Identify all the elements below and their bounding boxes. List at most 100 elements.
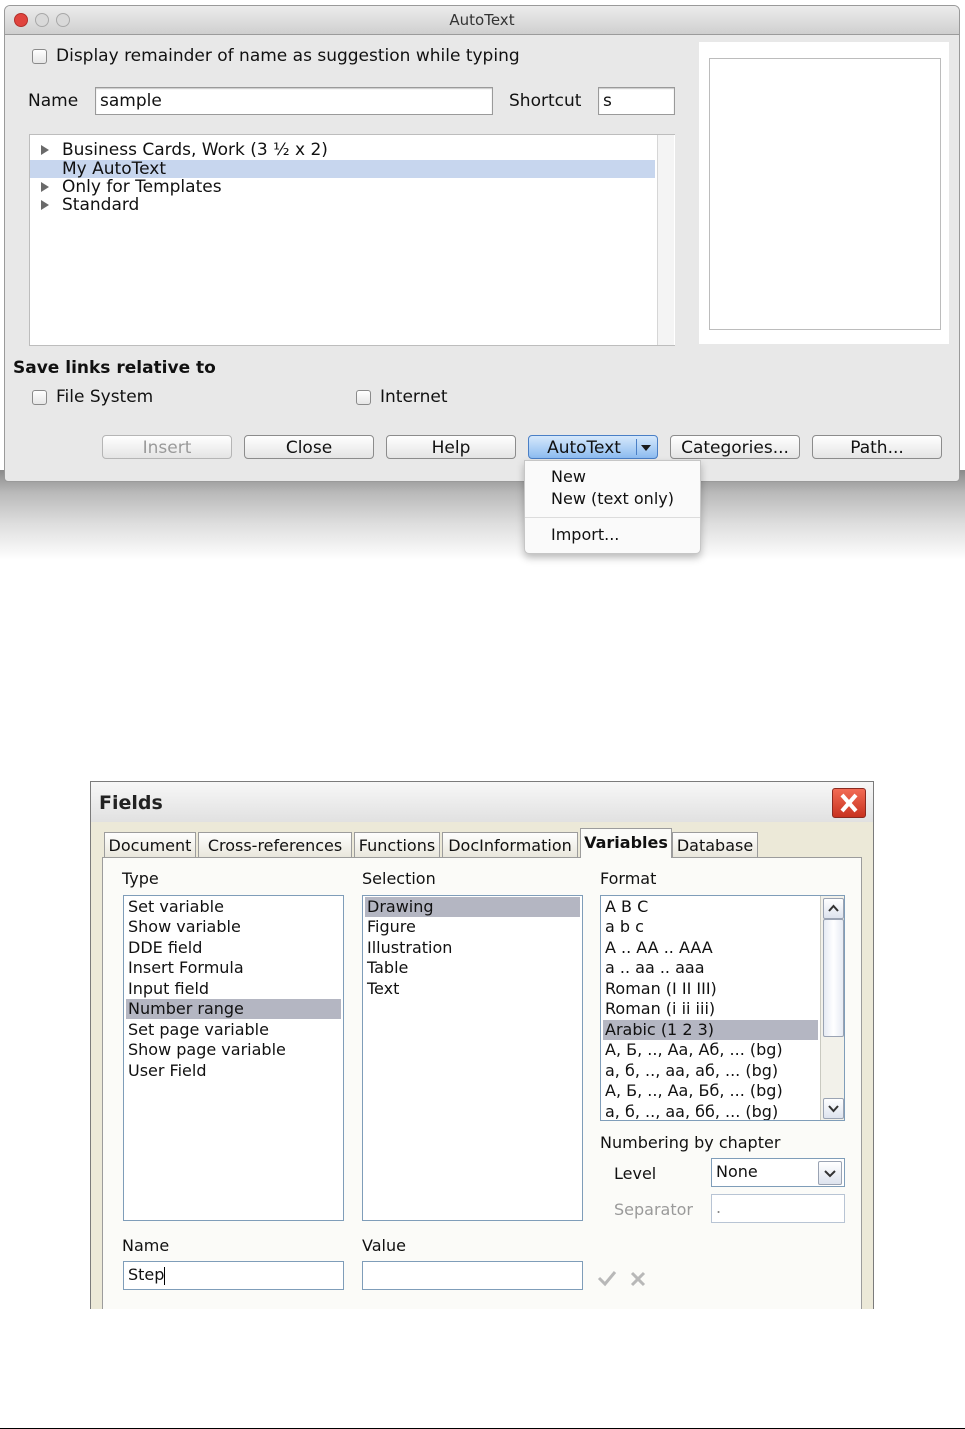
list-item[interactable]: a .. aa .. aaa: [603, 958, 818, 978]
list-item[interactable]: a b c: [603, 917, 818, 937]
list-item[interactable]: Text: [365, 979, 580, 999]
dialog-title: AutoText: [449, 11, 515, 29]
list-item[interactable]: A B C: [603, 897, 818, 917]
disclosure-triangle-icon[interactable]: [41, 200, 49, 210]
tab-docinformation[interactable]: DocInformation: [442, 832, 578, 857]
category-tree[interactable]: Business Cards, Work (3 ½ x 2) My AutoTe…: [29, 134, 675, 346]
name-label: Name: [122, 1236, 170, 1255]
list-item-selected[interactable]: Number range: [126, 999, 341, 1019]
list-item[interactable]: Roman (I II III): [603, 979, 818, 999]
save-links-heading: Save links relative to: [13, 358, 216, 378]
tree-item-label: Only for Templates: [62, 177, 222, 197]
window-shadow: [0, 470, 965, 560]
list-item[interactable]: Insert Formula: [126, 958, 341, 978]
type-list[interactable]: Set variable Show variable DDE field Ins…: [123, 895, 344, 1221]
list-item[interactable]: а, б, .., аа, аб, ... (bg): [603, 1061, 818, 1081]
shortcut-label: Shortcut: [509, 91, 582, 111]
list-item[interactable]: Show page variable: [126, 1040, 341, 1060]
list-item[interactable]: Figure: [365, 917, 580, 937]
tab-database[interactable]: Database: [672, 832, 758, 857]
split-divider: [636, 439, 637, 455]
list-item[interactable]: User Field: [126, 1061, 341, 1081]
tree-item-label: Standard: [62, 195, 140, 215]
value-input[interactable]: [362, 1261, 583, 1290]
level-label: Level: [614, 1164, 657, 1183]
close-icon[interactable]: [832, 788, 866, 818]
title-bar[interactable]: AutoText: [5, 6, 959, 35]
format-list[interactable]: A B C a b c A .. AA .. AAA a .. aa .. aa…: [600, 895, 845, 1121]
scroll-down-arrow-icon[interactable]: [823, 1098, 844, 1119]
list-item[interactable]: A .. AA .. AAA: [603, 938, 818, 958]
tree-item[interactable]: Only for Templates: [30, 178, 655, 196]
autotext-button-label: AutoText: [547, 438, 621, 458]
tree-item-label: My AutoText: [62, 159, 166, 179]
scroll-up-arrow-icon[interactable]: [823, 898, 844, 919]
selection-label: Selection: [362, 869, 436, 888]
list-item[interactable]: Set page variable: [126, 1020, 341, 1040]
list-item[interactable]: Show variable: [126, 917, 341, 937]
list-item-selected[interactable]: Drawing: [365, 897, 580, 917]
type-label: Type: [122, 869, 159, 888]
file-system-checkbox[interactable]: [32, 390, 47, 405]
scroll-thumb[interactable]: [823, 919, 844, 1037]
format-scrollbar[interactable]: [820, 896, 844, 1120]
list-item[interactable]: Roman (i ii iii): [603, 999, 818, 1019]
disclosure-triangle-icon[interactable]: [41, 182, 49, 192]
name-label: Name: [28, 91, 79, 111]
name-input[interactable]: Step: [123, 1261, 344, 1290]
tab-variables[interactable]: Variables: [580, 828, 672, 858]
list-item-selected[interactable]: Arabic (1 2 3): [603, 1020, 818, 1040]
dropdown-arrow-icon[interactable]: [641, 445, 651, 451]
separator-input[interactable]: .: [711, 1194, 845, 1223]
value-label: Value: [362, 1236, 406, 1255]
path-button[interactable]: Path...: [812, 435, 942, 459]
autotext-dropdown-menu: New New (text only) Import...: [524, 460, 701, 554]
disclosure-triangle-icon[interactable]: [41, 145, 49, 155]
help-button[interactable]: Help: [386, 435, 516, 459]
tree-item-label: Business Cards, Work (3 ½ x 2): [62, 140, 328, 160]
menu-item-new[interactable]: New: [551, 467, 586, 486]
apply-checkmark-icon[interactable]: [596, 1268, 618, 1288]
list-item[interactable]: А, Б, .., Аа, Аб, ... (bg): [603, 1040, 818, 1060]
categories-button[interactable]: Categories...: [670, 435, 800, 459]
name-input[interactable]: sample: [95, 87, 493, 115]
list-item[interactable]: А, Б, .., Аа, Бб, ... (bg): [603, 1081, 818, 1101]
tree-item-selected[interactable]: My AutoText: [30, 160, 655, 178]
preview-area: [699, 42, 949, 344]
list-item[interactable]: Set variable: [126, 897, 341, 917]
display-remainder-checkbox[interactable]: [32, 49, 47, 64]
tree-item[interactable]: Standard: [30, 196, 655, 214]
list-item[interactable]: а, б, .., аа, бб, ... (bg): [603, 1102, 818, 1120]
autotext-menu-button[interactable]: AutoText: [528, 435, 658, 459]
shortcut-input[interactable]: s: [598, 87, 675, 115]
list-item[interactable]: Input field: [126, 979, 341, 999]
separator-label: Separator: [614, 1200, 693, 1219]
list-item[interactable]: Table: [365, 958, 580, 978]
name-value: Step: [128, 1265, 165, 1284]
preview-frame: [709, 58, 941, 330]
chevron-down-icon[interactable]: [818, 1161, 842, 1185]
menu-item-new-text-only[interactable]: New (text only): [551, 489, 674, 508]
text-cursor: [164, 1266, 166, 1285]
list-item[interactable]: DDE field: [126, 938, 341, 958]
tab-functions[interactable]: Functions: [354, 832, 440, 857]
level-value: None: [716, 1162, 758, 1181]
file-system-label: File System: [56, 387, 154, 407]
dialog-title: Fields: [99, 792, 163, 814]
tab-document[interactable]: Document: [104, 832, 196, 857]
tree-scrollbar[interactable]: [657, 135, 674, 345]
title-bar[interactable]: Fields: [91, 782, 873, 822]
insert-button[interactable]: Insert: [102, 435, 232, 459]
menu-item-import[interactable]: Import...: [551, 525, 619, 544]
delete-x-icon[interactable]: [629, 1270, 647, 1288]
level-dropdown[interactable]: None: [711, 1158, 845, 1187]
selection-list[interactable]: Drawing Figure Illustration Table Text: [362, 895, 583, 1221]
tab-cross-references[interactable]: Cross-references: [198, 832, 352, 857]
format-label: Format: [600, 869, 657, 888]
close-button[interactable]: Close: [244, 435, 374, 459]
fields-dialog: Fields Document Cross-references Functio…: [90, 781, 874, 1309]
list-item[interactable]: Illustration: [365, 938, 580, 958]
menu-separator: [525, 517, 700, 518]
internet-checkbox[interactable]: [356, 390, 371, 405]
tree-item[interactable]: Business Cards, Work (3 ½ x 2): [30, 141, 655, 159]
